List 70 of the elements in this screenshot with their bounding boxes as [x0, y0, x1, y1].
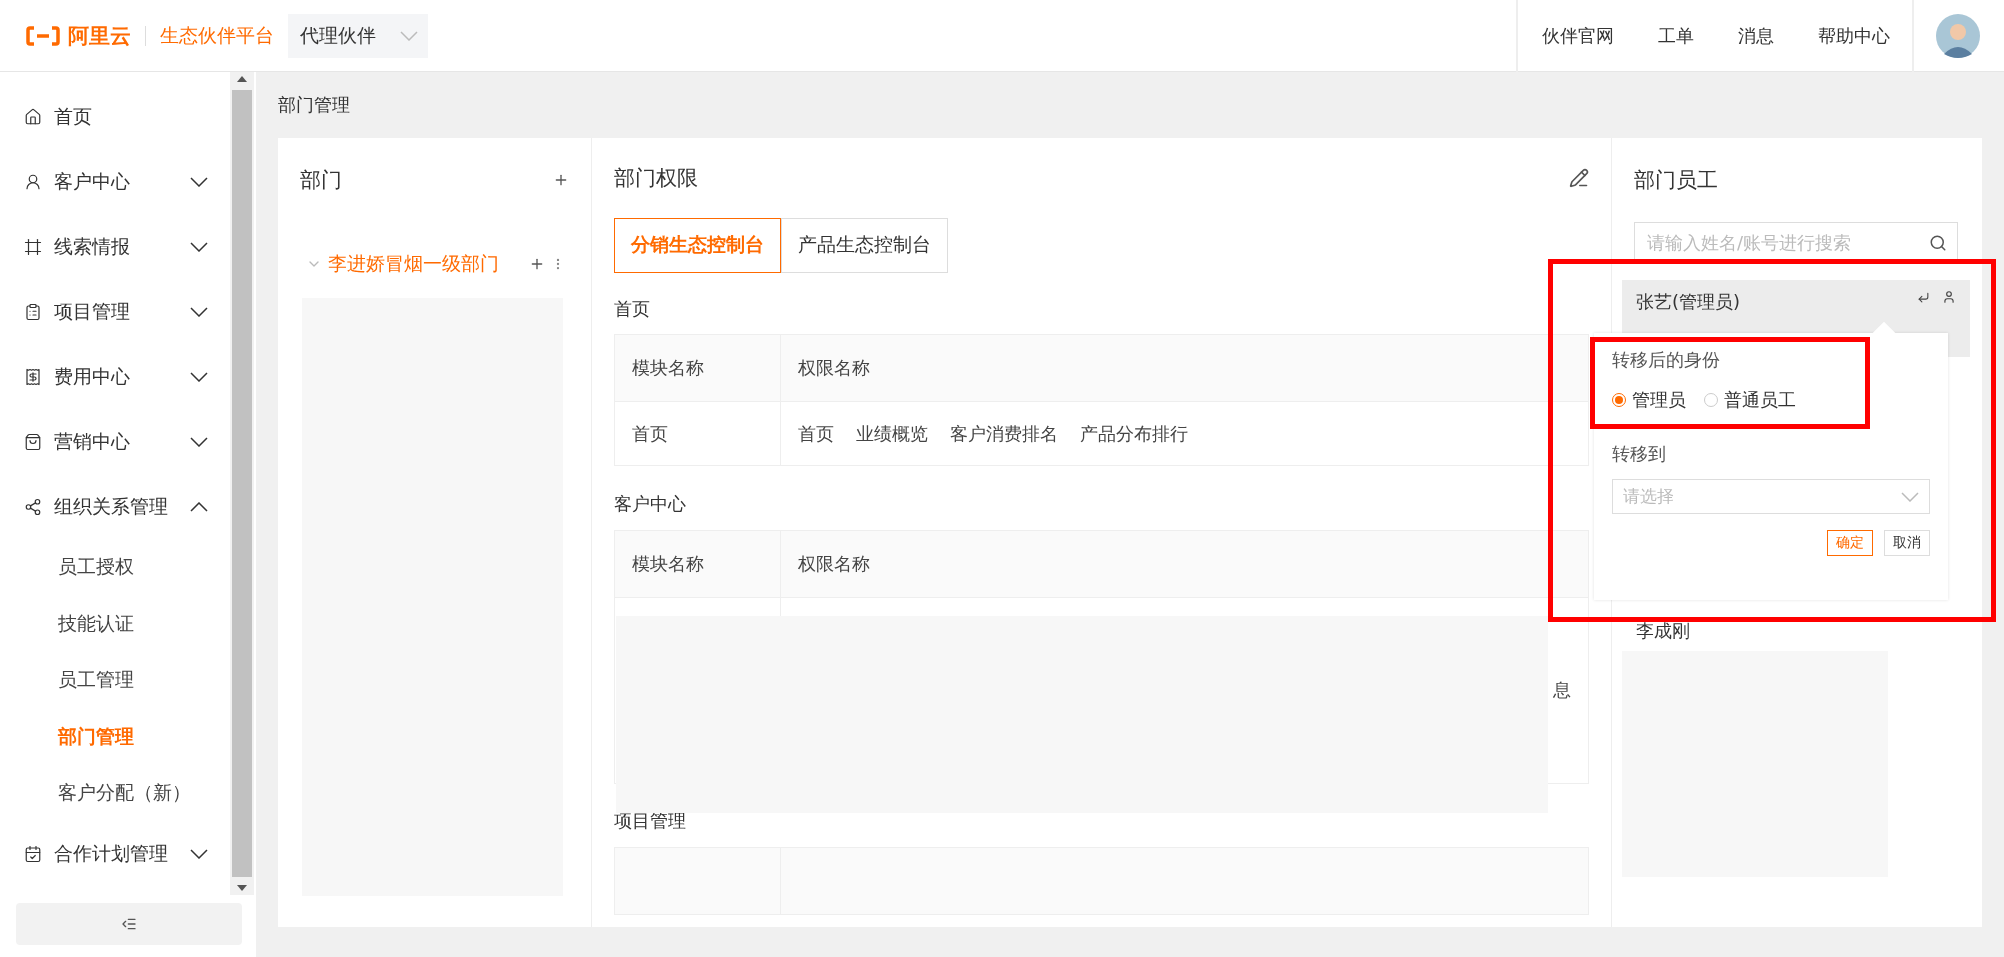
frame-icon — [24, 237, 42, 256]
submenu-item[interactable]: 技能认证 — [0, 595, 230, 652]
submenu-item[interactable]: 员工授权 — [0, 539, 230, 596]
nav-link[interactable]: 帮助中心 — [1796, 0, 1912, 72]
menu-item[interactable]: 首页 — [0, 84, 230, 149]
share-icon — [24, 497, 42, 516]
calendar-icon — [24, 845, 42, 863]
role-select[interactable]: 代理伙伴 — [288, 13, 428, 58]
radio-option[interactable]: 管理员 — [1612, 388, 1686, 412]
column-title: 部门员工 — [1634, 167, 1718, 194]
permission-name: 息 — [1553, 678, 1571, 703]
receipt-icon — [24, 367, 42, 386]
radio-option[interactable]: 普通员工 — [1704, 388, 1796, 412]
nav-link[interactable]: 伙伴官网 — [1518, 0, 1636, 72]
breadcrumb: 部门管理 — [278, 93, 351, 117]
column-header: 权限名称 — [798, 551, 870, 576]
brand-name: 阿里云 — [68, 22, 131, 50]
nav-link[interactable]: 消息 — [1716, 0, 1796, 72]
collapse-icon — [121, 916, 137, 932]
chevron-up-icon — [190, 501, 208, 512]
person-icon — [24, 172, 42, 191]
chevron-down-icon — [190, 306, 208, 317]
scrollbar[interactable] — [230, 72, 254, 895]
menu-item[interactable]: 线索情报 — [0, 214, 230, 279]
search-icon — [1929, 234, 1947, 252]
chevron-icon — [400, 30, 418, 41]
list-icon — [24, 302, 42, 321]
tab[interactable]: 产品生态控制台 — [781, 217, 948, 273]
submenu-item[interactable]: 员工管理 — [0, 652, 230, 709]
user-icon — [1942, 290, 1956, 304]
menu-item[interactable]: 组织关系管理 — [0, 474, 230, 539]
logo-icon — [26, 25, 60, 46]
chevron-down-icon — [190, 176, 208, 187]
permission-name: 产品分布排行 — [1080, 421, 1188, 446]
avatar — [1936, 13, 1980, 58]
cancel-button[interactable]: 取消 — [1884, 530, 1930, 556]
permission-name: 业绩概览 — [856, 421, 928, 446]
column-header: 模块名称 — [632, 356, 704, 381]
plus-icon — [529, 256, 545, 272]
transfer-icon — [1917, 290, 1930, 304]
chevron-down-icon — [190, 849, 208, 859]
section-title: 首页 — [614, 296, 651, 321]
permission-name: 客户消费排名 — [950, 421, 1058, 446]
edit-icon — [1569, 167, 1589, 188]
chevron-down-icon — [190, 436, 208, 447]
menu-item[interactable]: 客户中心 — [0, 149, 230, 214]
product-name: 生态伙伴平台 — [160, 22, 274, 48]
column-header: 权限名称 — [798, 356, 870, 381]
menu-item[interactable]: 合作计划管理 — [0, 821, 230, 887]
permission-name: 首页 — [798, 421, 834, 446]
home-icon — [24, 107, 42, 126]
submenu-item[interactable]: 客户分配（新） — [0, 765, 230, 822]
nav-link[interactable]: 工单 — [1636, 0, 1716, 72]
section-title: 客户中心 — [614, 491, 687, 516]
table-cell: 首页 — [632, 421, 668, 446]
chevron-down-icon — [190, 241, 208, 252]
column-title: 部门权限 — [614, 164, 698, 192]
column-title: 部门 — [300, 167, 342, 194]
plus-icon — [553, 172, 569, 188]
chevron-icon — [1901, 491, 1919, 502]
bag-icon — [24, 432, 42, 451]
menu-item[interactable]: 项目管理 — [0, 279, 230, 344]
chevron-down-icon — [190, 371, 208, 382]
section-title: 项目管理 — [614, 809, 687, 834]
field-label: 转移到 — [1612, 442, 1667, 466]
menu-item[interactable]: 费用中心 — [0, 344, 230, 409]
column-header: 模块名称 — [632, 551, 704, 576]
menu-item[interactable]: 营销中心 — [0, 409, 230, 474]
scroll-down-icon[interactable] — [237, 885, 247, 891]
scroll-up-icon[interactable] — [237, 76, 247, 82]
